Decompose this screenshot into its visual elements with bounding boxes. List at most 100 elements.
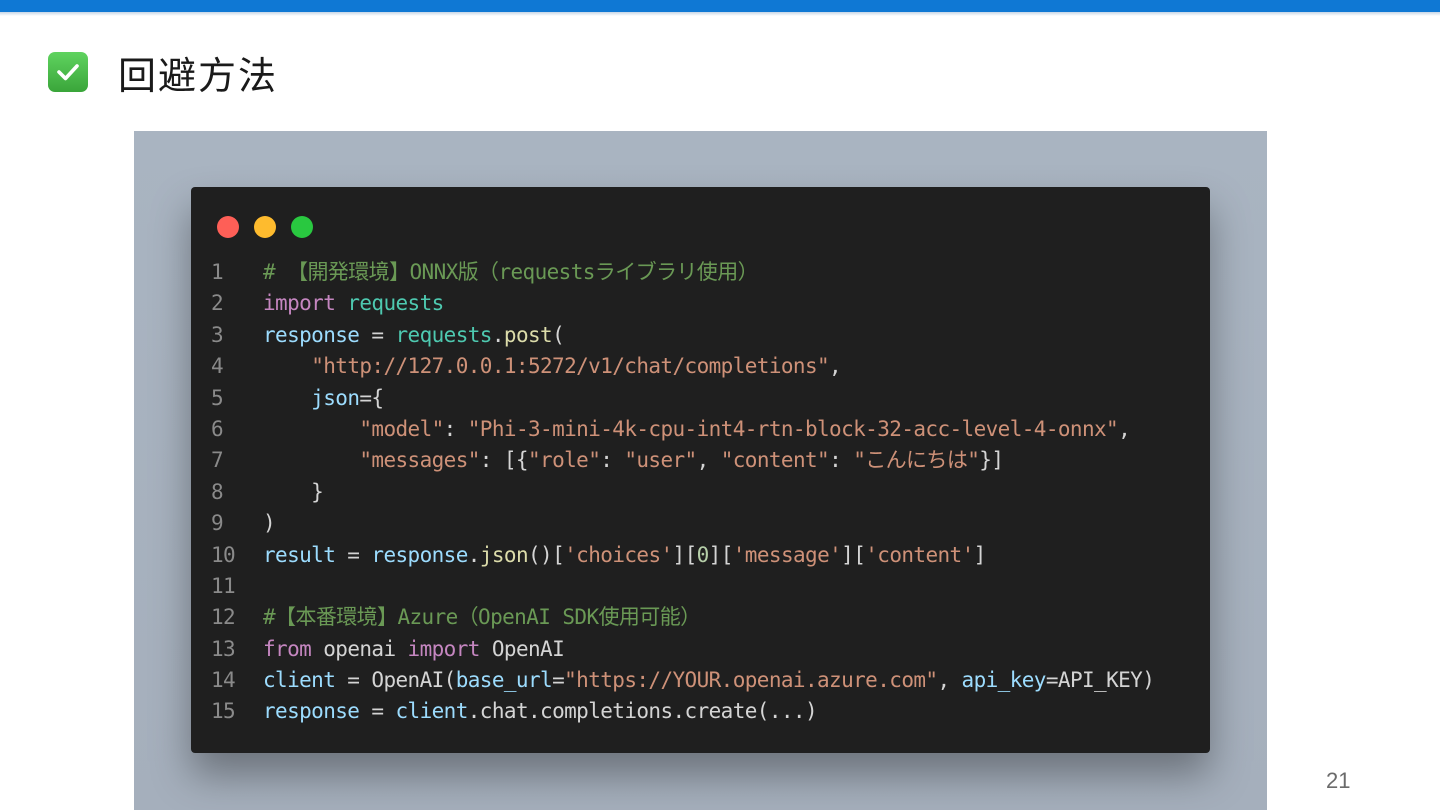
code-token: 'content' bbox=[865, 542, 974, 567]
code-token: "https://YOUR.openai.azure.com" bbox=[564, 668, 938, 693]
code-token: import bbox=[407, 636, 481, 661]
line-number: 2 bbox=[211, 291, 224, 316]
close-dot-icon bbox=[217, 216, 239, 238]
code-token: 'choices' bbox=[564, 542, 673, 567]
code-text: import requests bbox=[263, 288, 444, 319]
line-number: 9 bbox=[211, 511, 224, 536]
code-line: 8 } bbox=[211, 477, 1201, 508]
code-block: 1 # 【開発環境】ONNX版（requestsライブラリ使用） 2 import r… bbox=[211, 257, 1201, 728]
code-token: post bbox=[503, 322, 553, 347]
code-text: response = client.chat.completions.creat… bbox=[263, 696, 818, 727]
line-number: 6 bbox=[211, 416, 224, 441]
code-token: result bbox=[263, 542, 336, 567]
code-token: openai bbox=[311, 636, 408, 661]
line-number: 1 bbox=[211, 260, 224, 284]
code-token: ] bbox=[973, 542, 987, 567]
page-number: 21 bbox=[1326, 768, 1351, 793]
line-number: 11 bbox=[211, 573, 236, 598]
line-number: 3 bbox=[211, 322, 224, 347]
minimize-dot-icon bbox=[254, 216, 276, 238]
line-number: 5 bbox=[211, 385, 224, 410]
line-number: 4 bbox=[211, 354, 224, 379]
code-text: "http://127.0.0.1:5272/v1/chat/completio… bbox=[263, 351, 842, 382]
code-token: client bbox=[263, 668, 336, 693]
code-token: = bbox=[335, 542, 372, 567]
code-token: 0 bbox=[696, 542, 710, 567]
line-number: 10 bbox=[211, 542, 236, 567]
code-token: . bbox=[491, 322, 505, 347]
code-token: , bbox=[1118, 416, 1131, 441]
code-text: } bbox=[263, 477, 324, 508]
code-line: 6 "model": "Phi-3-mini-4k-cpu-int4-rtn-b… bbox=[211, 414, 1201, 445]
code-line: 14 client = OpenAI(base_url="https://YOUR… bbox=[211, 665, 1201, 696]
code-token: requests bbox=[395, 322, 493, 347]
code-window: 1 # 【開発環境】ONNX版（requestsライブラリ使用） 2 import r… bbox=[191, 187, 1210, 753]
code-token: } bbox=[263, 479, 324, 504]
code-line: 1 # 【開発環境】ONNX版（requestsライブラリ使用） bbox=[211, 257, 1201, 288]
code-token: = OpenAI( bbox=[335, 668, 456, 693]
code-text: from openai import OpenAI bbox=[263, 634, 565, 665]
code-token: "model" bbox=[359, 416, 444, 441]
code-token: : bbox=[600, 448, 625, 473]
code-token: }] bbox=[979, 448, 1004, 473]
code-text: ) bbox=[263, 508, 276, 539]
check-mark-glyph bbox=[57, 64, 79, 81]
code-line: 7 "messages": [{"role": "user", "content… bbox=[211, 445, 1201, 476]
code-token: json bbox=[479, 542, 529, 567]
code-line: 2 import requests bbox=[211, 288, 1201, 319]
code-text: #【本番環境】Azure（OpenAI SDK使用可能） bbox=[263, 602, 701, 633]
code-token: base_url bbox=[455, 668, 553, 693]
code-token: "messages" bbox=[359, 448, 480, 473]
code-token: response bbox=[263, 322, 360, 347]
code-token: . bbox=[467, 542, 481, 567]
code-token: "content" bbox=[720, 448, 830, 473]
code-token: "user" bbox=[624, 448, 697, 473]
code-token: , bbox=[696, 448, 721, 473]
code-text: result = response.json()['choices'][0]['… bbox=[263, 540, 986, 571]
code-token: "role" bbox=[527, 448, 601, 473]
code-token: , bbox=[829, 354, 842, 379]
code-token: api_key bbox=[961, 668, 1047, 693]
code-token: = bbox=[359, 699, 396, 724]
code-token: "Phi-3-mini-4k-cpu-int4-rtn-block-32-acc… bbox=[467, 416, 1119, 441]
code-line: 15 response = client.chat.completions.cre… bbox=[211, 696, 1201, 727]
slide-title: 回避方法 bbox=[118, 53, 279, 98]
line-number: 13 bbox=[211, 636, 236, 661]
code-text: "model": "Phi-3-mini-4k-cpu-int4-rtn-blo… bbox=[263, 414, 1130, 445]
code-token: =API_KEY) bbox=[1045, 668, 1155, 693]
top-accent-bar bbox=[0, 0, 1440, 12]
code-token: requests bbox=[347, 291, 444, 316]
code-line: 13 from openai import OpenAI bbox=[211, 634, 1201, 665]
code-token: 'message' bbox=[732, 542, 842, 567]
code-text: response = requests.post( bbox=[263, 320, 565, 351]
code-token: "こんにちは" bbox=[853, 448, 980, 473]
window-controls bbox=[217, 216, 328, 238]
code-line: 10 result = response.json()['choices'][0]… bbox=[211, 540, 1201, 571]
code-token: json bbox=[311, 385, 360, 410]
code-token: ( bbox=[552, 322, 565, 347]
code-line: 3 response = requests.post( bbox=[211, 320, 1201, 351]
code-token: : [{ bbox=[479, 448, 529, 473]
code-token: client bbox=[395, 699, 469, 724]
top-accent-shadow bbox=[0, 12, 1440, 16]
title-row: 回避方法 bbox=[48, 48, 278, 98]
code-token: "http://127.0.0.1:5272/v1/chat/completio… bbox=[311, 354, 830, 379]
code-line: 9) bbox=[211, 508, 1201, 539]
code-line: 5 json={ bbox=[211, 383, 1201, 414]
code-token: ()[ bbox=[528, 542, 565, 567]
code-text: client = OpenAI(base_url="https://YOUR.o… bbox=[263, 665, 1155, 696]
code-token: # 【開発環境】ONNX版（requestsライブラリ使用） bbox=[263, 260, 759, 284]
line-number: 8 bbox=[211, 479, 224, 504]
code-token: = bbox=[359, 322, 396, 347]
check-mark-icon bbox=[48, 52, 88, 92]
maximize-dot-icon bbox=[291, 216, 313, 238]
code-token: : bbox=[443, 416, 468, 441]
code-token: ][ bbox=[708, 542, 734, 567]
code-token: .chat.completions.create(...) bbox=[467, 699, 818, 724]
code-token: response bbox=[263, 699, 360, 724]
